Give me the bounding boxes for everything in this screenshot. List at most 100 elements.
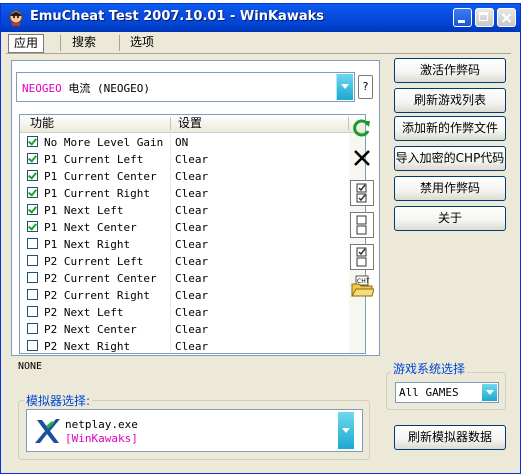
chevron-down-icon[interactable] <box>338 412 354 449</box>
column-divider <box>170 338 171 353</box>
title-bar[interactable]: EmuCheat Test 2007.10.01 - WinKawaks <box>1 4 520 32</box>
cheat-name: P1 Next Center <box>44 221 137 234</box>
table-row[interactable]: P1 Current Center Clear <box>20 168 349 185</box>
row-checkbox[interactable] <box>27 204 38 215</box>
emulator-label: [WinKawaks] <box>65 432 138 445</box>
uncheck-all-icon[interactable] <box>350 212 374 238</box>
cheat-setting[interactable]: Clear <box>175 219 208 236</box>
cheat-setting[interactable]: ON <box>175 134 188 151</box>
cht-open-icon[interactable]: CHT <box>350 274 375 298</box>
column-divider <box>170 287 171 304</box>
column-divider <box>170 321 171 338</box>
refresh-icon[interactable] <box>350 116 374 140</box>
status-text: NONE <box>18 361 43 372</box>
game-system-value: All GAMES <box>399 386 459 399</box>
row-checkbox[interactable] <box>27 306 38 317</box>
chevron-down-icon[interactable] <box>336 74 353 100</box>
table-row[interactable]: P1 Next Center Clear <box>20 219 349 236</box>
row-checkbox[interactable] <box>27 255 38 266</box>
chevron-down-icon[interactable] <box>482 384 497 401</box>
cheat-name: P1 Current Right <box>44 187 150 200</box>
cheat-setting[interactable]: Clear <box>175 270 208 287</box>
cheat-list-header: 功能 设置 <box>20 115 365 133</box>
cheat-setting[interactable]: Clear <box>175 304 208 321</box>
refresh-games-button[interactable]: 刷新游戏列表 <box>394 88 506 113</box>
row-checkbox[interactable] <box>27 153 38 164</box>
cheat-setting[interactable]: Clear <box>175 185 208 202</box>
cheat-name: P2 Current Center <box>44 272 157 285</box>
emulator-name: netplay.exe <box>65 418 138 431</box>
table-row[interactable]: P2 Next Right Clear <box>20 338 349 353</box>
column-divider <box>170 253 171 270</box>
row-checkbox[interactable] <box>27 170 38 181</box>
row-checkbox[interactable] <box>27 289 38 300</box>
tab-apply[interactable]: 应用 <box>8 34 45 53</box>
check-all-icon[interactable] <box>350 180 374 206</box>
cheat-setting[interactable]: Clear <box>175 253 208 270</box>
game-system-combo[interactable]: All GAMES <box>395 382 499 403</box>
row-checkbox[interactable] <box>27 221 38 232</box>
cheat-list: 功能 设置 No More Level Gain ON P1 Current Lef… <box>19 114 366 354</box>
delete-icon[interactable] <box>350 146 374 170</box>
emulator-group-label: 模拟器选择: <box>24 392 93 409</box>
table-row[interactable]: P2 Current Left Clear <box>20 253 349 270</box>
cheat-name: P2 Next Right <box>44 340 131 353</box>
import-chp-button[interactable]: 导入加密的CHP代码 <box>394 146 506 171</box>
cheat-name: P2 Current Right <box>44 289 150 302</box>
cheat-name: P1 Current Left <box>44 153 144 166</box>
cheat-setting[interactable]: Clear <box>175 202 208 219</box>
cheat-name: P1 Current Center <box>44 170 157 183</box>
column-divider <box>170 304 171 321</box>
emulator-app-icon <box>35 419 60 443</box>
cheat-name: P1 Next Right <box>44 238 131 251</box>
column-divider <box>170 151 171 168</box>
column-divider <box>170 117 171 130</box>
add-cheat-file-button[interactable]: 添加新的作弊文件 <box>394 116 506 141</box>
table-row[interactable]: P2 Current Right Clear <box>20 287 349 304</box>
menu-bar: 应用 搜索 选项 <box>1 32 520 54</box>
row-checkbox[interactable] <box>27 340 38 351</box>
table-row[interactable]: P2 Current Center Clear <box>20 270 349 287</box>
column-divider <box>170 168 171 185</box>
cheat-setting[interactable]: Clear <box>175 236 208 253</box>
cheat-setting[interactable]: Clear <box>175 287 208 304</box>
disable-cheat-button[interactable]: 禁用作弊码 <box>394 176 506 201</box>
cheat-name: P2 Next Left <box>44 306 124 319</box>
toggle-icon[interactable] <box>350 244 374 270</box>
table-row[interactable]: P2 Next Left Clear <box>20 304 349 321</box>
tab-options[interactable]: 选项 <box>125 34 159 51</box>
table-row[interactable]: P1 Current Right Clear <box>20 185 349 202</box>
row-checkbox[interactable] <box>27 136 38 147</box>
game-select-combo[interactable]: NEOGEO 电流 (NEOGEO) <box>16 72 355 102</box>
menu-separator <box>60 35 61 51</box>
row-checkbox[interactable] <box>27 238 38 249</box>
emulator-select-combo[interactable]: netplay.exe [WinKawaks] <box>26 409 363 452</box>
tab-search[interactable]: 搜索 <box>67 34 101 51</box>
row-checkbox[interactable] <box>27 187 38 198</box>
column-feature[interactable]: 功能 <box>30 115 54 132</box>
table-row[interactable]: P1 Next Right Clear <box>20 236 349 253</box>
table-row[interactable]: P2 Next Center Clear <box>20 321 349 338</box>
close-button[interactable] <box>497 8 516 27</box>
help-button[interactable]: ? <box>358 75 373 99</box>
about-button[interactable]: 关于 <box>394 206 506 231</box>
maximize-button[interactable] <box>475 8 494 27</box>
cheat-setting[interactable]: Clear <box>175 321 208 338</box>
column-setting[interactable]: 设置 <box>178 115 202 132</box>
table-row[interactable]: P1 Next Left Clear <box>20 202 349 219</box>
row-checkbox[interactable] <box>27 272 38 283</box>
menu-divider <box>6 53 511 54</box>
activate-cheat-button[interactable]: 激活作弊码 <box>394 58 506 83</box>
column-divider <box>170 134 171 151</box>
refresh-emulator-button[interactable]: 刷新模拟器数据 <box>394 425 506 450</box>
minimize-button[interactable] <box>453 8 472 27</box>
cheat-setting[interactable]: Clear <box>175 151 208 168</box>
table-row[interactable]: P1 Current Left Clear <box>20 151 349 168</box>
game-name: 电流 (NEOGEO) <box>68 82 150 95</box>
column-divider <box>170 236 171 253</box>
cheat-name: No More Level Gain <box>44 136 164 149</box>
cheat-setting[interactable]: Clear <box>175 338 208 353</box>
table-row[interactable]: No More Level Gain ON <box>20 134 349 151</box>
row-checkbox[interactable] <box>27 323 38 334</box>
cheat-setting[interactable]: Clear <box>175 168 208 185</box>
